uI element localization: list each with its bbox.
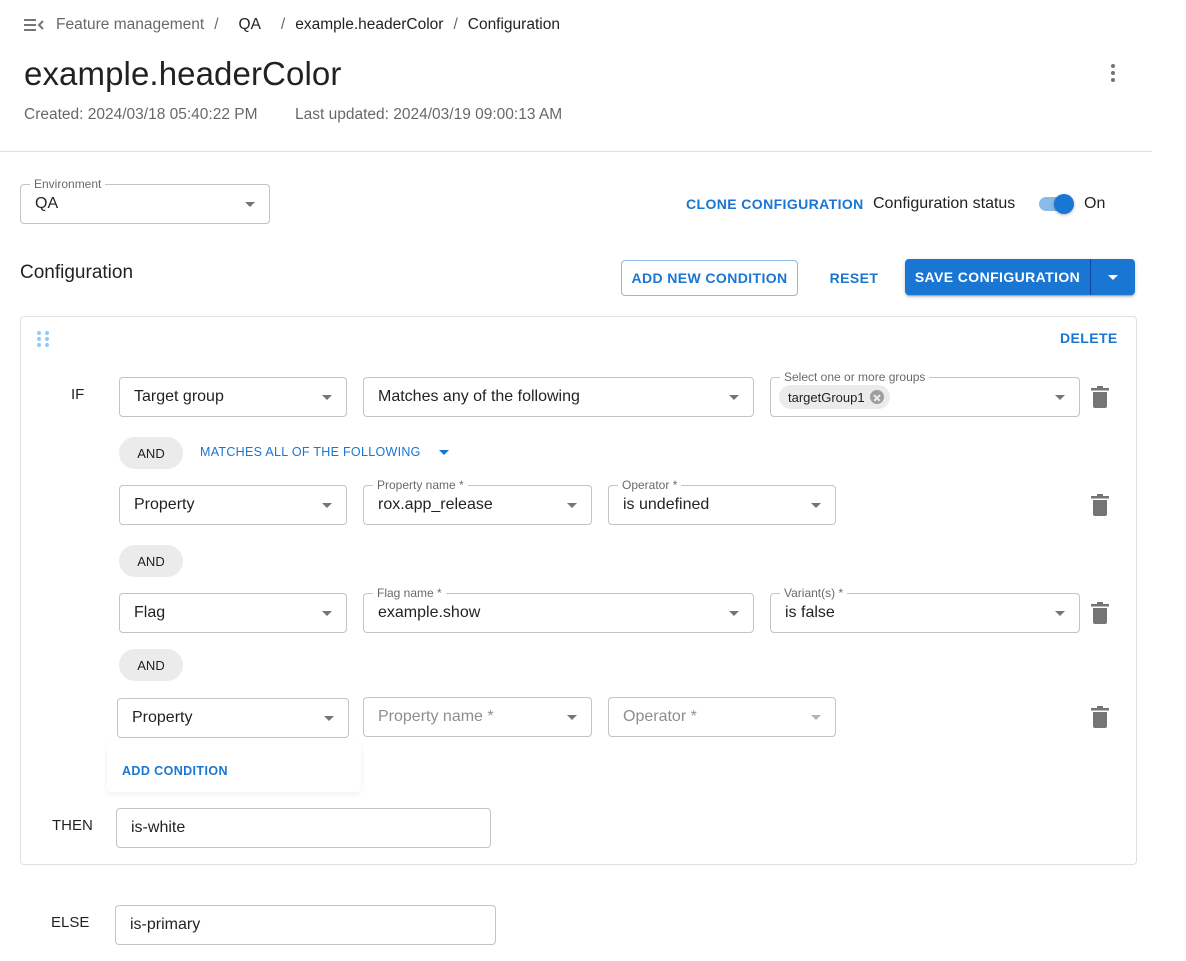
- drag-handle-icon[interactable]: [37, 331, 49, 347]
- configuration-status-value: On: [1084, 195, 1106, 212]
- condition-type-select[interactable]: Target group: [119, 377, 347, 417]
- operator-value: is undefined: [623, 496, 710, 513]
- configuration-status-label: Configuration status: [873, 195, 1016, 212]
- property-name-value: rox.app_release: [378, 496, 493, 513]
- configuration-status-toggle[interactable]: [1036, 192, 1076, 216]
- condition-type-select[interactable]: Property: [119, 485, 347, 525]
- page-title: example.headerColor: [24, 55, 342, 92]
- variants-value: is false: [785, 604, 835, 621]
- breadcrumb-flag[interactable]: example.headerColor: [295, 16, 443, 34]
- chevron-down-icon: [438, 449, 449, 455]
- trash-icon[interactable]: [1091, 386, 1109, 408]
- flag-name-value: example.show: [378, 604, 481, 621]
- target-group-chip-label: targetGroup1: [788, 389, 865, 405]
- environment-select[interactable]: Environment QA: [20, 177, 270, 224]
- else-value-input[interactable]: is-primary: [115, 905, 496, 945]
- save-configuration-split-button: SAVE CONFIGURATION: [905, 259, 1135, 295]
- breadcrumb-current: Configuration: [467, 16, 560, 33]
- variants-select[interactable]: Variant(s) * is false: [770, 586, 1080, 633]
- chevron-down-icon: [811, 715, 821, 720]
- chevron-down-icon: [729, 611, 739, 616]
- flag-name-select[interactable]: Flag name * example.show: [363, 586, 754, 633]
- operator-placeholder: Operator *: [623, 708, 697, 725]
- created-timestamp: Created: 2024/03/18 05:40:22 PM: [24, 106, 258, 123]
- target-groups-select[interactable]: Select one or more groups targetGroup1: [770, 370, 1080, 417]
- then-value-input[interactable]: is-white: [116, 808, 491, 848]
- save-options-dropdown[interactable]: [1091, 259, 1135, 295]
- breadcrumb-separator: /: [214, 16, 219, 33]
- matches-mode-label: MATCHES ALL OF THE FOLLOWING: [200, 445, 421, 459]
- last-updated-timestamp: Last updated: 2024/03/19 09:00:13 AM: [295, 106, 563, 123]
- chevron-down-icon: [1055, 395, 1065, 400]
- configuration-title: Configuration: [20, 262, 134, 283]
- chevron-down-icon: [567, 715, 577, 720]
- chevron-down-icon: [322, 395, 332, 400]
- target-groups-label: Select one or more groups: [780, 370, 930, 384]
- save-configuration-button[interactable]: SAVE CONFIGURATION: [905, 259, 1091, 295]
- condition-type-select[interactable]: Flag: [119, 593, 347, 633]
- chevron-down-icon: [729, 395, 739, 400]
- match-mode-select[interactable]: Matches any of the following: [363, 377, 754, 417]
- then-label: THEN: [52, 817, 93, 834]
- chevron-down-icon: [1108, 274, 1118, 280]
- chip-remove-icon[interactable]: [869, 390, 884, 404]
- toggle-thumb: [1054, 194, 1074, 214]
- environment-label: Environment: [30, 177, 106, 191]
- more-vert-icon[interactable]: [1100, 60, 1126, 86]
- environment-value: QA: [35, 195, 59, 212]
- breadcrumb-separator: /: [280, 16, 286, 33]
- clone-configuration-button[interactable]: CLONE CONFIGURATION: [686, 196, 864, 212]
- condition-type-value: Target group: [134, 388, 224, 405]
- else-label: ELSE: [51, 914, 90, 931]
- property-name-placeholder: Property name *: [378, 708, 494, 725]
- match-mode-value: Matches any of the following: [378, 388, 580, 405]
- and-chip[interactable]: AND: [119, 545, 183, 577]
- header-divider: [0, 151, 1152, 152]
- chevron-down-icon: [567, 503, 577, 508]
- operator-select[interactable]: Operator *: [608, 697, 836, 737]
- then-value: is-white: [131, 819, 186, 836]
- reset-button[interactable]: RESET: [818, 260, 890, 296]
- if-label: IF: [71, 386, 85, 403]
- trash-icon[interactable]: [1091, 706, 1109, 728]
- chevron-down-icon: [245, 202, 255, 207]
- add-new-condition-button[interactable]: ADD NEW CONDITION: [621, 260, 798, 296]
- chevron-down-icon: [1055, 611, 1065, 616]
- property-name-select[interactable]: Property name *: [363, 697, 592, 737]
- chevron-down-icon: [811, 503, 821, 508]
- condition-type-value: Property: [132, 709, 193, 726]
- breadcrumb-separator: /: [453, 16, 458, 33]
- variants-label: Variant(s) *: [780, 586, 848, 600]
- condition-type-select[interactable]: Property: [117, 698, 349, 738]
- property-name-select[interactable]: Property name * rox.app_release: [363, 478, 592, 525]
- property-name-label: Property name *: [373, 478, 468, 492]
- flag-name-label: Flag name *: [373, 586, 446, 600]
- and-chip[interactable]: AND: [119, 437, 183, 469]
- condition-type-value: Flag: [134, 604, 166, 621]
- condition-type-value: Property: [134, 496, 195, 513]
- trash-icon[interactable]: [1091, 494, 1109, 516]
- add-condition-button[interactable]: ADD CONDITION: [122, 764, 228, 778]
- breadcrumb: Feature management / QA / example.header…: [24, 14, 560, 36]
- trash-icon[interactable]: [1091, 602, 1109, 624]
- chevron-down-icon: [322, 503, 332, 508]
- else-value: is-primary: [130, 916, 201, 933]
- matches-mode-dropdown[interactable]: MATCHES ALL OF THE FOLLOWING: [200, 443, 449, 461]
- chevron-down-icon: [324, 716, 334, 721]
- and-chip[interactable]: AND: [119, 649, 183, 681]
- breadcrumb-environment[interactable]: QA: [239, 16, 261, 34]
- operator-select[interactable]: Operator * is undefined: [608, 478, 836, 525]
- menu-collapse-icon[interactable]: [24, 14, 46, 36]
- delete-rule-button[interactable]: DELETE: [1060, 330, 1118, 346]
- breadcrumb-feature-management[interactable]: Feature management: [56, 16, 204, 34]
- target-group-chip: targetGroup1: [779, 385, 890, 409]
- operator-label: Operator *: [618, 478, 682, 492]
- chevron-down-icon: [322, 611, 332, 616]
